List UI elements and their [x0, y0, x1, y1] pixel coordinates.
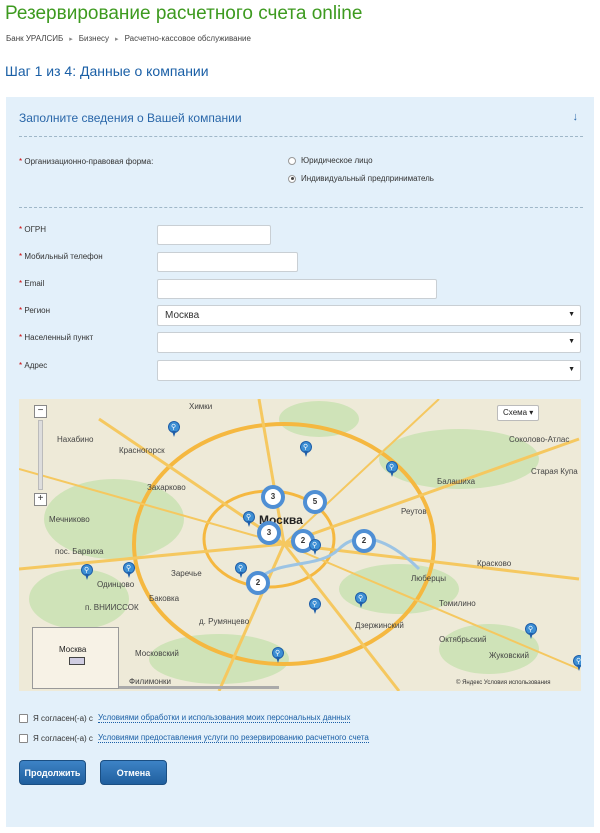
- continue-button[interactable]: Продолжить: [19, 760, 86, 785]
- map-type-selector[interactable]: Схема ▾: [497, 405, 540, 421]
- map-label: пос. Барвиха: [55, 547, 104, 556]
- company-form-panel: Заполните сведения о Вашей компании ↓ * …: [6, 97, 594, 827]
- breadcrumb-item-rko[interactable]: Расчетно-кассовое обслуживание: [125, 34, 251, 43]
- page-title: Резервирование расчетного счета online: [5, 3, 363, 24]
- city-label: * Населенный пункт: [19, 333, 94, 342]
- map-label: Красково: [477, 559, 512, 568]
- map-label: Московский: [135, 649, 179, 658]
- dropdown-arrow-icon: ▼: [568, 366, 575, 373]
- map-label: Нахабино: [57, 435, 94, 444]
- map-pin-icon[interactable]: ⚲: [386, 461, 398, 477]
- map-cluster-marker[interactable]: 3: [257, 521, 281, 545]
- ogrn-input[interactable]: [157, 225, 271, 245]
- ogrn-label: * ОГРН: [19, 225, 47, 234]
- map-label: Захарково: [147, 483, 186, 492]
- map-scrollbar[interactable]: [119, 686, 279, 689]
- breadcrumb-item-bank[interactable]: Банк УРАЛСИБ: [6, 34, 63, 43]
- map-label: Филимонки: [129, 677, 172, 686]
- consent-service-terms[interactable]: Я согласен(-а) с Условиями предоставлени…: [19, 733, 369, 743]
- map-label: Балашиха: [437, 477, 476, 486]
- breadcrumb-separator-icon: ▸: [115, 35, 119, 43]
- radio-button[interactable]: [288, 156, 296, 165]
- radio-button[interactable]: [288, 174, 296, 183]
- map-label: Томилино: [439, 599, 476, 608]
- map-label: Соколово-Атлас: [509, 435, 570, 444]
- map-label: п. ВНИИССОК: [85, 603, 139, 612]
- cancel-button[interactable]: Отмена: [100, 760, 167, 785]
- email-input[interactable]: [157, 279, 437, 299]
- map-pin-icon[interactable]: ⚲: [355, 592, 367, 608]
- map-label: Старая Купа: [531, 467, 578, 476]
- phone-input[interactable]: [157, 252, 298, 272]
- minimap-label: Москва: [59, 645, 87, 654]
- address-select[interactable]: ▼: [157, 360, 581, 381]
- consent-personal-data[interactable]: Я согласен(-а) с Условиями обработки и и…: [19, 713, 351, 723]
- map-label: Химки: [189, 402, 213, 411]
- panel-header[interactable]: Заполните сведения о Вашей компании: [19, 111, 242, 125]
- map-copyright[interactable]: © Яндекс Условия использования: [456, 680, 551, 686]
- personal-data-terms-link[interactable]: Условиями обработки и использования моих…: [97, 713, 351, 723]
- map-pin-icon[interactable]: ⚲: [525, 623, 537, 639]
- breadcrumb-item-business[interactable]: Бизнесу: [79, 34, 109, 43]
- map-label: Жуковский: [489, 651, 529, 660]
- dropdown-arrow-icon: ▼: [568, 338, 575, 345]
- divider: [19, 136, 583, 137]
- map-label: Дзержинский: [355, 621, 404, 630]
- radio-individual-entrepreneur[interactable]: Индивидуальный предприниматель: [288, 174, 434, 183]
- map-pin-icon[interactable]: ⚲: [123, 562, 135, 578]
- region-label: * Регион: [19, 306, 51, 315]
- map-pin-icon[interactable]: ⚲: [168, 421, 180, 437]
- map-pin-icon[interactable]: ⚲: [573, 655, 581, 671]
- breadcrumb-separator-icon: ▸: [69, 35, 73, 43]
- step-title: Шаг 1 из 4: Данные о компании: [5, 63, 209, 79]
- zoom-in-button[interactable]: +: [34, 493, 47, 506]
- map-label: Мечниково: [49, 515, 90, 524]
- map-pin-icon[interactable]: ⚲: [300, 441, 312, 457]
- checkbox[interactable]: [19, 733, 28, 743]
- address-label: * Адрес: [19, 361, 48, 370]
- map-cluster-marker[interactable]: 2: [352, 529, 376, 553]
- legal-form-label: * Организационно-правовая форма:: [19, 157, 154, 166]
- minimap-viewport[interactable]: [69, 657, 85, 665]
- map-label: Баковка: [149, 594, 180, 603]
- zoom-slider[interactable]: [38, 420, 43, 490]
- map-pin-icon[interactable]: ⚲: [309, 539, 321, 555]
- dropdown-arrow-icon: ▼: [568, 311, 575, 318]
- service-terms-link[interactable]: Условиями предоставления услуги по резер…: [97, 733, 369, 743]
- map-label: Одинцово: [97, 580, 135, 589]
- map-label: Октябрьский: [439, 635, 487, 644]
- map-label: д. Румянцево: [199, 617, 250, 626]
- zoom-out-button[interactable]: −: [34, 405, 47, 418]
- map-label: Люберцы: [411, 574, 446, 583]
- divider: [19, 207, 583, 208]
- region-select[interactable]: Москва ▼: [157, 305, 581, 326]
- map-pin-icon[interactable]: ⚲: [235, 562, 247, 578]
- radio-legal-entity[interactable]: Юридическое лицо: [288, 156, 373, 165]
- map-label: Заречье: [171, 569, 202, 578]
- map-label: Реутов: [401, 507, 427, 516]
- phone-label: * Мобильный телефон: [19, 252, 103, 261]
- collapse-arrow-icon[interactable]: ↓: [573, 111, 579, 123]
- map-pin-icon[interactable]: ⚲: [272, 647, 284, 663]
- city-select[interactable]: ▼: [157, 332, 581, 353]
- minimap[interactable]: Москва: [32, 627, 119, 689]
- map-cluster-marker[interactable]: 2: [246, 571, 270, 595]
- map-label: Красногорск: [119, 446, 165, 455]
- map-pin-icon[interactable]: ⚲: [243, 511, 255, 527]
- map-pin-icon[interactable]: ⚲: [81, 564, 93, 580]
- map-pin-icon[interactable]: ⚲: [309, 598, 321, 614]
- checkbox[interactable]: [19, 713, 28, 723]
- breadcrumb: Банк УРАЛСИБ ▸ Бизнесу ▸ Расчетно-кассов…: [6, 34, 251, 43]
- map-cluster-marker[interactable]: 3: [261, 485, 285, 509]
- map-cluster-marker[interactable]: 5: [303, 490, 327, 514]
- email-label: * Email: [19, 279, 45, 288]
- map-zoom-control: − +: [34, 405, 47, 506]
